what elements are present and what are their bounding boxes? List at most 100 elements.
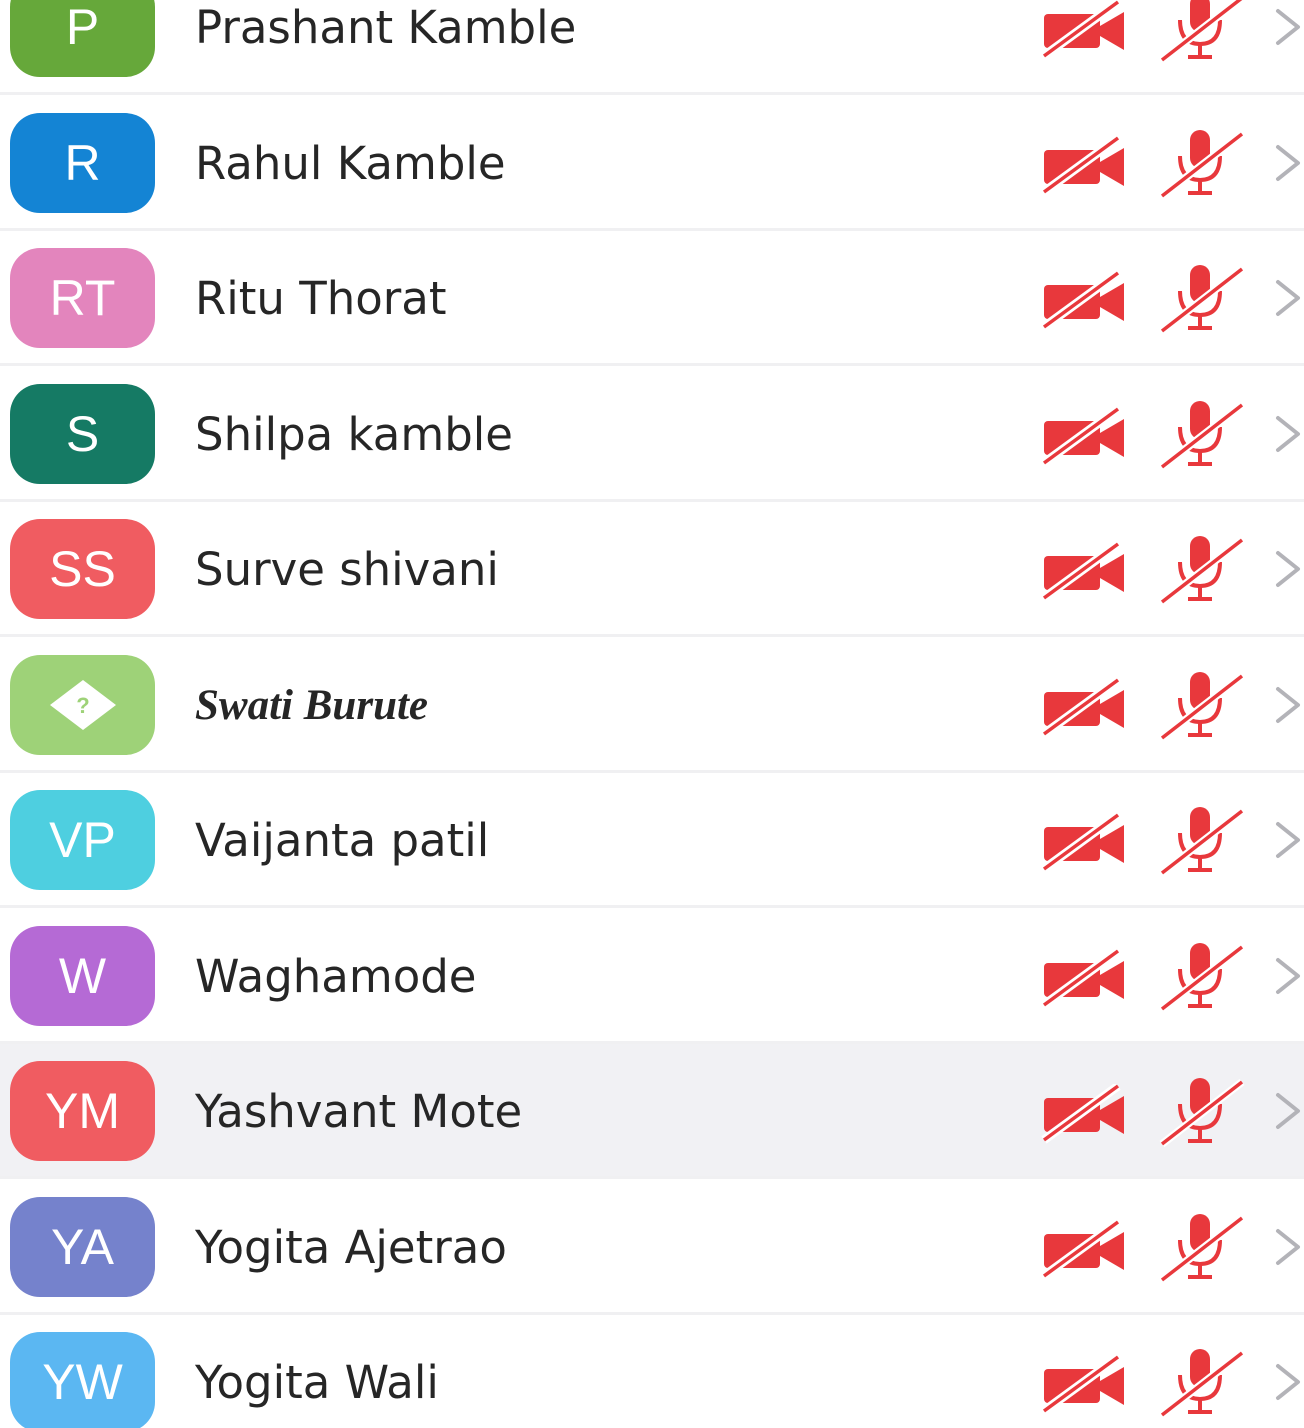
video-toggle-button[interactable] [1040,1219,1130,1280]
avatar: ? [10,654,155,755]
video-toggle-button[interactable] [1040,0,1130,60]
mic-toggle-button[interactable] [1158,261,1248,336]
avatar: YM [10,1061,155,1161]
avatar-initials: W [58,947,107,1004]
avatar-initials: RT [49,270,116,326]
participant-name: Prashant Kamble [195,1,577,54]
mic-toggle-button[interactable] [1158,532,1248,607]
avatar: VP [10,790,155,890]
participant-row[interactable]: S Shilpa kamble [0,366,1304,502]
video-off-icon [1041,271,1124,331]
participant-name: Vaijanta patil [195,814,490,867]
avatar: S [10,383,155,484]
avatar: YA [10,1196,155,1297]
participant-row[interactable]: YW Yogita Wali [0,1315,1304,1428]
avatar-initials: YA [51,1218,114,1275]
avatar-initials: P [65,0,100,55]
video-off-icon [1041,135,1124,196]
participant-name: Surve shivani [195,543,499,596]
mic-off-icon [1159,807,1245,877]
participant-name: Yashvant Mote [195,1085,523,1138]
video-off-icon [1041,0,1124,60]
mic-off-icon [1159,400,1245,470]
mic-toggle-button[interactable] [1158,1074,1248,1149]
chevron-right-icon[interactable] [1270,818,1304,863]
participant-list: P Prashant Kamble R Rahul Kamble RT Ritu Thor… [0,0,1304,1428]
participant-row[interactable]: YA Yogita Ajetrao [0,1179,1304,1315]
avatar: RT [10,248,155,348]
avatar: P [10,0,155,77]
question-diamond-icon: ? [49,679,116,730]
chevron-right-icon[interactable] [1270,276,1304,321]
video-toggle-button[interactable] [1040,813,1130,873]
mic-toggle-button[interactable] [1158,939,1248,1014]
video-off-icon [1041,1219,1124,1280]
video-off-icon [1041,677,1124,738]
video-toggle-button[interactable] [1040,271,1130,331]
video-off-icon [1041,542,1124,602]
participant-name: Yogita Wali [195,1356,439,1409]
video-toggle-button[interactable] [1040,677,1130,738]
svg-text:?: ? [76,693,89,718]
video-off-icon [1041,1084,1124,1144]
avatar: SS [10,519,155,619]
chevron-right-icon[interactable] [1270,547,1304,592]
avatar-initials: YW [42,1354,123,1410]
participant-row[interactable]: VP Vaijanta patil [0,773,1304,908]
participant-name: Rahul Kamble [195,136,506,190]
video-off-icon [1041,406,1124,467]
avatar-initials: SS [49,541,116,597]
participant-name: Ritu Thorat [195,272,447,325]
chevron-right-icon[interactable] [1270,1089,1304,1134]
mic-toggle-button[interactable] [1158,1345,1248,1420]
mic-toggle-button[interactable] [1158,803,1248,878]
mic-off-icon [1159,1213,1245,1283]
video-off-icon [1041,948,1124,1009]
video-toggle-button[interactable] [1040,406,1130,467]
mic-toggle-button[interactable] [1158,1210,1248,1285]
chevron-right-icon[interactable] [1270,954,1304,999]
mic-off-icon [1159,129,1245,199]
chevron-right-icon[interactable] [1270,5,1304,50]
video-off-icon [1041,1355,1124,1415]
participant-row[interactable]: SS Surve shivani [0,502,1304,637]
video-off-icon [1041,813,1124,873]
chevron-right-icon[interactable] [1270,1225,1304,1270]
video-toggle-button[interactable] [1040,135,1130,196]
participant-name: Waghamode [195,949,477,1003]
participant-row[interactable]: YM Yashvant Mote [0,1044,1304,1179]
participant-row[interactable]: RT Ritu Thorat [0,231,1304,366]
participant-name: Shilpa kamble [195,407,513,461]
mic-off-icon [1159,265,1245,335]
video-toggle-button[interactable] [1040,1084,1130,1144]
mic-toggle-button[interactable] [1158,397,1248,472]
chevron-right-icon[interactable] [1270,1360,1304,1405]
avatar-initials: S [65,405,100,462]
avatar-initials: VP [49,812,116,868]
mic-off-icon [1159,1078,1245,1148]
mic-off-icon [1159,0,1245,64]
mic-off-icon [1159,671,1245,741]
mic-toggle-button[interactable] [1158,126,1248,201]
mic-off-icon [1159,1349,1245,1419]
mic-toggle-button[interactable] [1158,0,1248,65]
chevron-right-icon[interactable] [1270,141,1304,186]
mic-off-icon [1159,942,1245,1012]
avatar-initials: R [64,134,101,191]
avatar: YW [10,1332,155,1428]
participant-row[interactable]: P Prashant Kamble [0,0,1304,95]
mic-toggle-button[interactable] [1158,668,1248,743]
video-toggle-button[interactable] [1040,948,1130,1009]
participant-name: Swati Burute [195,681,429,729]
participant-name: Yogita Ajetrao [195,1220,507,1274]
participant-row[interactable]: R Rahul Kamble [0,95,1304,231]
avatar-initials: YM [45,1083,120,1139]
participant-row[interactable]: W Waghamode [0,908,1304,1044]
mic-off-icon [1159,536,1245,606]
avatar: R [10,112,155,213]
chevron-right-icon[interactable] [1270,683,1304,728]
participant-row[interactable]: ? Swati Burute [0,637,1304,773]
video-toggle-button[interactable] [1040,542,1130,602]
chevron-right-icon[interactable] [1270,412,1304,457]
video-toggle-button[interactable] [1040,1355,1130,1415]
